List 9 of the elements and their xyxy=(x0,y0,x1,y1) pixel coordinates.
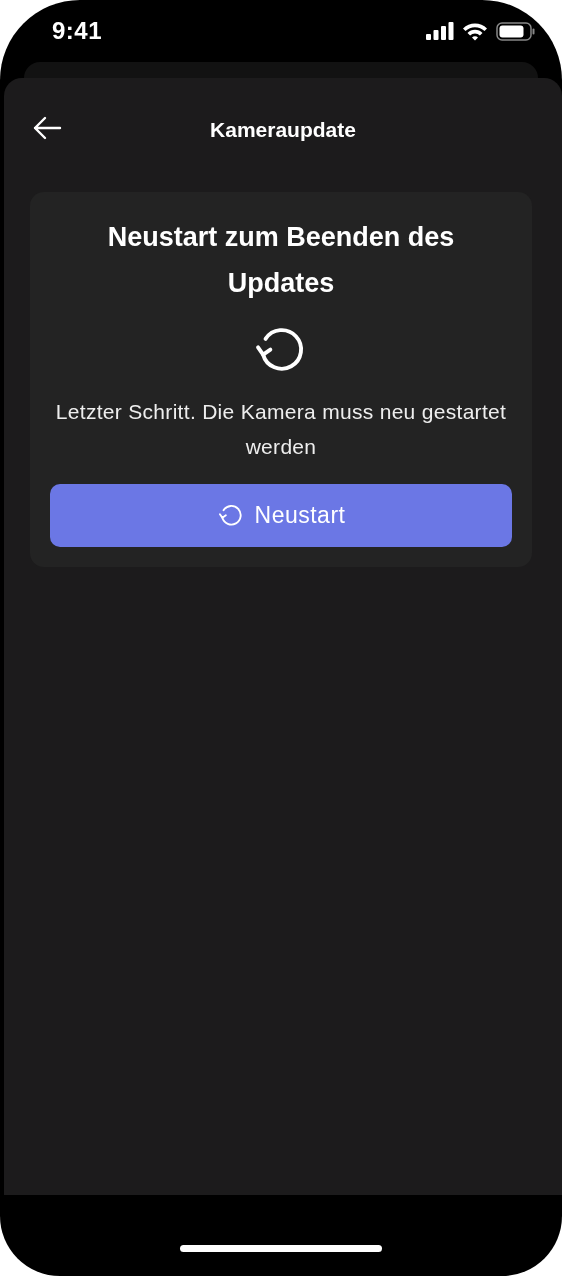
signal-icon xyxy=(426,22,454,40)
card-message: Letzter Schritt. Die Kamera muss neu gestartet werden xyxy=(54,399,508,460)
restart-button[interactable]: Neustart xyxy=(50,484,512,547)
card-title: Neustart zum Beenden des Updates xyxy=(106,221,456,300)
back-arrow-icon[interactable] xyxy=(32,116,62,140)
wifi-icon xyxy=(462,21,488,41)
battery-icon xyxy=(496,21,536,41)
screen-title: Kameraupdate xyxy=(210,118,356,142)
status-time: 9:41 xyxy=(52,17,103,45)
